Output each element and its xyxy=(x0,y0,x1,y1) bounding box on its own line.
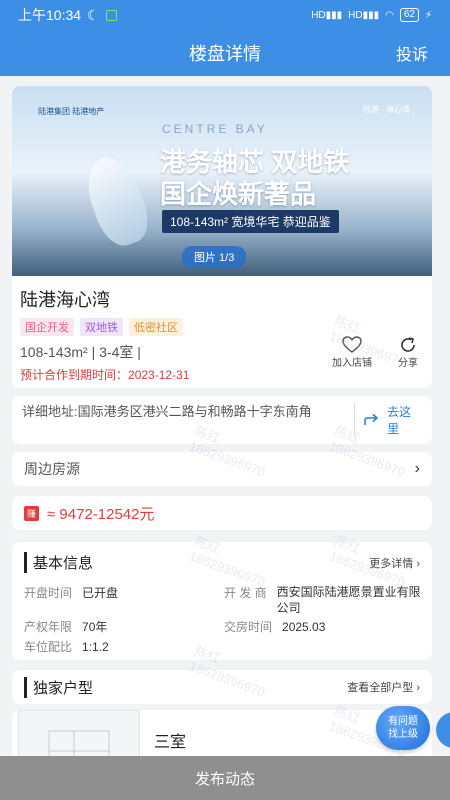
info-property-term: 产权年限 70年 xyxy=(24,618,107,635)
chevron-right-icon: › xyxy=(416,682,420,694)
all-plans-link[interactable]: 查看全部户型 › xyxy=(347,679,420,695)
tag-item: 国企开发 xyxy=(20,318,74,336)
property-spec: 108-143m² | 3-4室 | xyxy=(20,344,141,360)
tag-list: 国企开发 双地铁 低密社区 xyxy=(20,318,424,336)
exclusive-plans-title: 独家户型 xyxy=(24,676,93,698)
floor-plan-item[interactable]: 三室 xyxy=(12,710,432,756)
share-button[interactable]: 分享 xyxy=(398,336,418,369)
publish-post-button[interactable]: 发布动态 xyxy=(0,756,450,800)
scroll-content[interactable]: 陆港集团 陆港地产 陆港 · 海心湾 CENTRE BAY 港务轴芯 双地铁 国… xyxy=(0,76,450,756)
address-card: 详细地址:国际港务区港兴二路与和畅路十字东南角 去这里 xyxy=(12,396,432,444)
more-details-link[interactable]: 更多详情 › xyxy=(369,555,420,571)
basic-info-card: 基本信息 更多详情 › 开盘时间 已开盘 开 发 商西安国际陆港愿景置业有限公司 … xyxy=(12,542,432,660)
floor-plan-thumbnail xyxy=(18,710,140,756)
info-value: 2025.03 xyxy=(282,620,326,634)
nearby-listings-row[interactable]: 周边房源 › xyxy=(12,452,432,486)
chevron-right-icon: › xyxy=(416,557,420,570)
chevron-right-icon: › xyxy=(414,460,420,477)
info-key: 开 发 商 xyxy=(224,586,267,600)
info-value: 已开盘 xyxy=(82,586,119,600)
navigate-arrow-icon xyxy=(363,413,381,427)
image-counter: 图片 1/3 xyxy=(182,246,247,268)
address-text: 详细地址:国际港务区港兴二路与和畅路十字东南角 xyxy=(22,404,312,419)
floor-plan-title: 三室 xyxy=(154,734,187,751)
page-title: 楼盘详情 xyxy=(189,44,261,64)
project-logo: 陆港 · 海心湾 xyxy=(362,105,410,114)
heart-icon xyxy=(342,336,362,354)
charging-icon: ⚡ xyxy=(424,9,432,21)
expire-label: 预计合作到期时间： xyxy=(20,368,129,382)
status-bar: 上午10:34 ☾ HD▮▮▮ HD▮▮▮ ◠ 62 ⚡ xyxy=(0,0,450,30)
share-icon xyxy=(399,336,417,354)
wifi-icon: ◠ xyxy=(385,9,394,21)
battery-icon: 62 xyxy=(399,8,419,22)
property-info-card: 陆港海心湾 国企开发 双地铁 低密社区 108-143m² | 3-4室 | 预… xyxy=(12,276,432,388)
moon-icon: ☾ xyxy=(87,6,100,23)
tag-item: 低密社区 xyxy=(129,318,183,336)
commission-row: 赚 ≈ 9472-12542元 xyxy=(12,496,432,530)
all-plans-label: 查看全部户型 xyxy=(347,682,414,694)
property-name: 陆港海心湾 xyxy=(20,290,110,310)
navigate-label: 去这里 xyxy=(387,405,412,436)
basic-info-title: 基本信息 xyxy=(24,552,93,573)
hero-carousel[interactable]: 陆港集团 陆港地产 陆港 · 海心湾 CENTRE BAY 港务轴芯 双地铁 国… xyxy=(12,86,432,276)
help-escalate-button[interactable]: 有问题 找上级 xyxy=(376,706,430,750)
nav-bar: 楼盘详情 投诉 xyxy=(0,30,450,76)
share-label: 分享 xyxy=(398,358,418,369)
developer-logo: 陆港集团 陆港地产 xyxy=(38,107,105,116)
contract-expire: 预计合作到期时间：2023-12-31 xyxy=(20,366,189,383)
help-line-2: 找上级 xyxy=(388,729,418,740)
expire-date: 2023-12-31 xyxy=(128,368,190,382)
info-key: 车位配比 xyxy=(24,640,73,654)
notification-icon xyxy=(105,9,117,21)
commission-range: ≈ 9472-12542元 xyxy=(47,505,155,523)
feather-sculpture-image xyxy=(78,150,156,252)
hero-subline: 108-143m² 宽境华宅 恭迎品鉴 xyxy=(162,210,339,233)
add-to-store-button[interactable]: 加入店铺 xyxy=(332,336,372,369)
navigate-button[interactable]: 去这里 xyxy=(354,402,422,438)
info-developer: 开 发 商西安国际陆港愿景置业有限公司 xyxy=(224,584,424,616)
exclusive-plans-header: 独家户型 查看全部户型 › xyxy=(12,670,432,704)
help-line-1: 有问题 xyxy=(388,716,418,727)
hero-headline-2: 国企焕新著品 xyxy=(160,179,317,209)
info-key: 产权年限 xyxy=(24,620,73,634)
earn-badge: 赚 xyxy=(24,505,40,521)
info-value: 1:1.2 xyxy=(82,640,109,654)
publish-post-label: 发布动态 xyxy=(194,770,255,788)
info-key: 交房时间 xyxy=(224,620,273,634)
info-value: 70年 xyxy=(82,620,108,634)
info-open-date: 开盘时间 已开盘 xyxy=(24,584,118,601)
info-delivery-date: 交房时间 2025.03 xyxy=(224,618,325,635)
info-parking-ratio: 车位配比 1:1.2 xyxy=(24,638,109,655)
complain-button[interactable]: 投诉 xyxy=(396,41,428,65)
status-time: 上午10:34 xyxy=(18,7,82,23)
info-key: 开盘时间 xyxy=(24,586,73,600)
add-to-store-label: 加入店铺 xyxy=(332,358,372,369)
tag-item: 双地铁 xyxy=(80,318,123,336)
signal2-icon: HD▮▮▮ xyxy=(348,9,380,21)
info-value: 西安国际陆港愿景置业有限公司 xyxy=(276,585,421,615)
nearby-label: 周边房源 xyxy=(24,461,80,477)
signal-icon: HD▮▮▮ xyxy=(311,9,343,21)
hero-english-title: CENTRE BAY xyxy=(162,122,268,136)
more-details-label: 更多详情 xyxy=(369,557,414,570)
